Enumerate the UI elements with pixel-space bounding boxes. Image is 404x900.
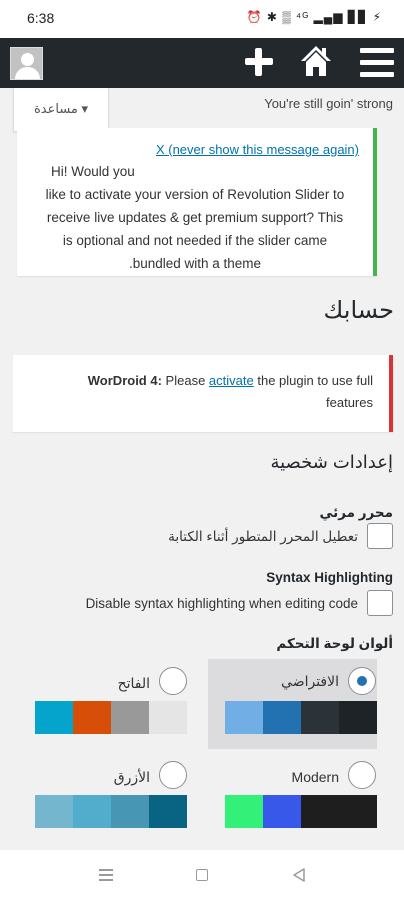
visual-editor-label: محرر مرئي [319,505,394,520]
color-swatch [339,701,377,734]
color-swatches [225,795,377,828]
menu-icon-bar [360,72,394,77]
menu-icon-bar [360,60,394,65]
color-scheme-blue[interactable]: الأزرق [19,755,188,845]
notice-text-line: .bundled with a theme [128,256,262,271]
wordroid-notice: WorDroid 4: Please activate the plugin t… [13,355,393,432]
visual-editor-checkbox-label[interactable]: تعطيل المحرر المتطور أثناء الكتابة [168,529,358,545]
color-swatches [35,701,187,734]
status-time: 6:38 [27,10,55,26]
color-swatch [225,795,263,828]
dismiss-notice-link[interactable]: X (never show this message again) [31,140,359,160]
color-swatch [111,795,149,828]
color-swatch [301,795,339,828]
notice-text-line: receive live updates & get premium suppo… [46,210,344,225]
recents-icon-line [99,879,113,881]
syntax-highlighting-checkbox[interactable] [367,590,393,616]
syntax-highlighting-checkbox-label[interactable]: Disable syntax highlighting when editing… [86,596,358,611]
color-swatch [73,795,111,828]
avatar-head-shape [21,53,34,66]
color-swatch [339,795,377,828]
recents-icon-line [99,874,113,876]
home-icon[interactable] [300,44,332,78]
color-scheme-name: الأزرق [113,769,150,785]
avatar-body-shape [15,67,40,79]
wordroid-notice-text: Please [165,373,206,388]
color-scheme-light[interactable]: الفاتح [19,659,188,749]
notice-text-line: like to activate your version of Revolut… [45,187,345,202]
visual-editor-checkbox[interactable] [367,523,393,549]
avatar[interactable] [10,47,43,80]
plus-icon[interactable] [243,46,275,78]
greeting-text: You're still goin' strong [264,96,393,111]
color-swatch [149,701,187,734]
wordroid-notice-line: WorDroid 4: Please activate the plugin t… [29,370,373,392]
recents-icon-line [99,869,113,871]
color-swatch [111,701,149,734]
notice-text-line: is optional and not needed if the slider… [62,233,328,248]
syntax-highlighting-label: Syntax Highlighting [266,570,393,585]
menu-icon-bar [360,48,394,53]
color-scheme-modern[interactable]: Modern [208,755,377,845]
activate-plugin-link[interactable]: activate [209,373,254,388]
color-scheme-default[interactable]: الافتراضي [208,659,377,749]
wordroid-plugin-name: WorDroid 4: [87,373,162,388]
wordroid-notice-text: the plugin to use full [257,373,373,388]
notice-text-line: Hi! Would you [51,164,135,179]
color-scheme-radio[interactable] [159,667,187,695]
help-tab-button[interactable]: مساعدة ▾ [13,88,109,132]
color-swatch [301,701,339,734]
color-swatch [225,701,263,734]
status-icons: ⏰ ✱ ▒ ⁴ᴳ ▂▄▆ ▊▊ ⚡ [246,10,382,24]
color-swatch [149,795,187,828]
color-swatch [263,795,301,828]
color-swatch [263,701,301,734]
home-button-icon[interactable] [196,869,208,881]
color-scheme-name: الفاتح [117,675,150,691]
color-scheme-radio[interactable] [348,761,376,789]
revslider-notice: X (never show this message again) Hi! Wo… [17,128,377,276]
menu-icon[interactable] [360,48,394,78]
color-scheme-name: الافتراضي [281,673,339,689]
color-swatches [225,701,377,734]
back-icon[interactable] [292,868,306,882]
system-nav-bar [0,850,404,900]
color-swatch [35,701,73,734]
color-scheme-name: Modern [291,769,339,785]
color-scheme-radio[interactable] [159,761,187,789]
admin-bar [0,38,404,88]
color-swatch [73,701,111,734]
color-scheme-radio[interactable] [348,667,376,695]
wordroid-notice-line: features [326,395,373,410]
status-bar: 6:38 ⏰ ✱ ▒ ⁴ᴳ ▂▄▆ ▊▊ ⚡ [0,0,404,38]
admin-color-scheme-label: ألوان لوحة التحكم [276,636,393,651]
page-title: حسابك [323,297,394,324]
personal-options-heading: إعدادات شخصية [270,452,393,472]
color-swatch [35,795,73,828]
recents-icon[interactable] [99,869,113,881]
color-swatches [35,795,187,828]
